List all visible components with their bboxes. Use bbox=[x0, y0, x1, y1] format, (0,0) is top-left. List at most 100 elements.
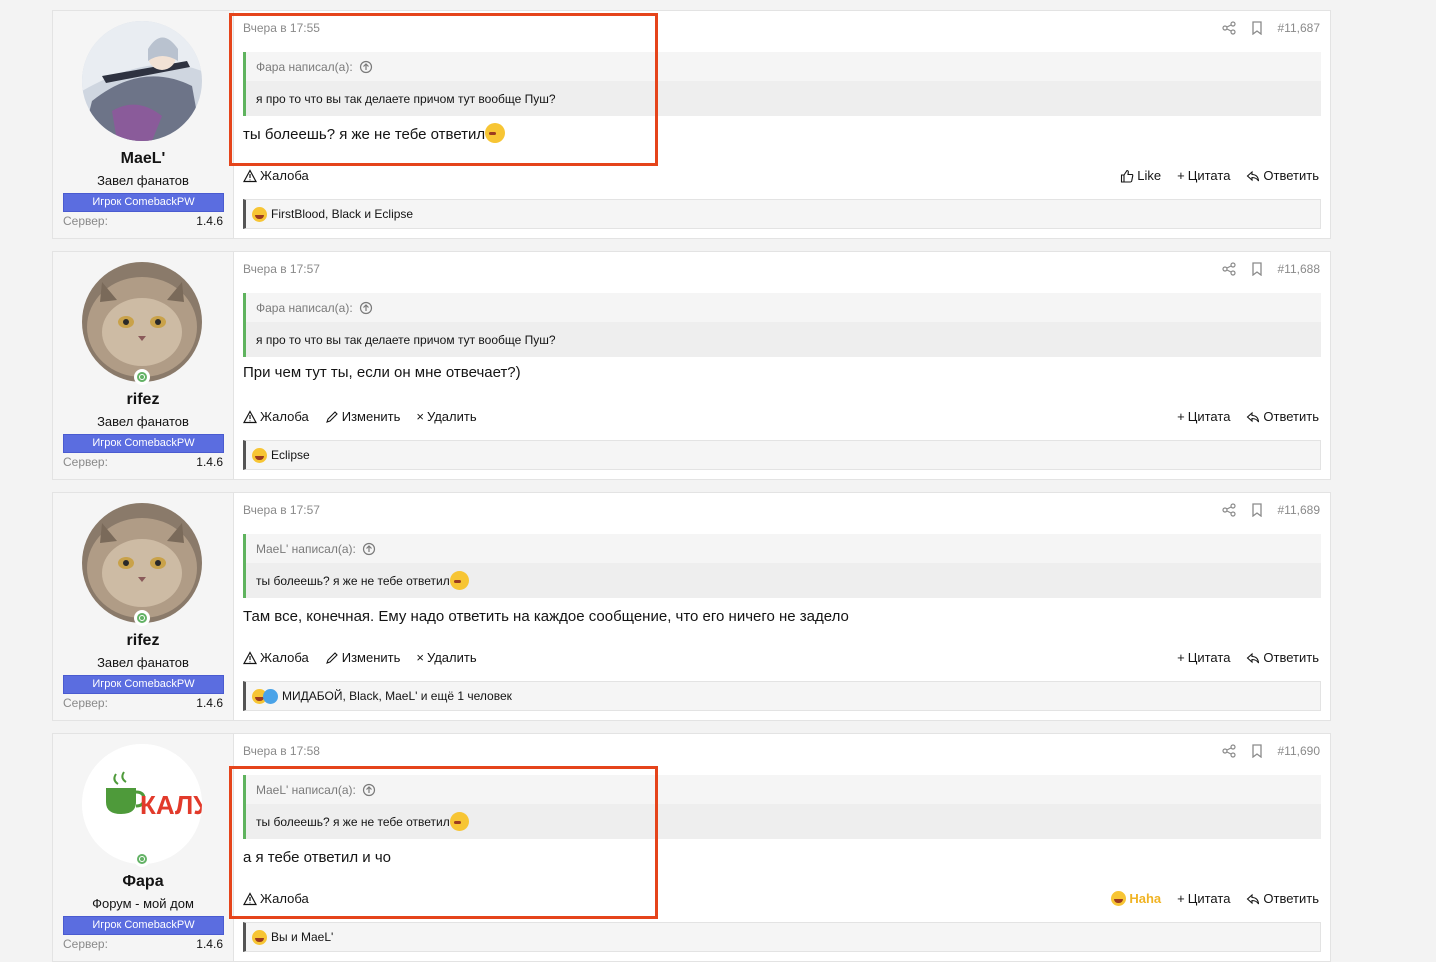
post-meta: #11,689 bbox=[1221, 503, 1321, 517]
reactions-list[interactable]: Вы и MaeL' bbox=[271, 930, 333, 944]
post-actions-left: Жалоба Изменить × Удалить bbox=[243, 650, 477, 665]
post-number[interactable]: #11,690 bbox=[1278, 744, 1321, 758]
quote-block: MaeL' написал(а): ты болеешь? я же не те… bbox=[243, 534, 1321, 598]
bookmark-icon[interactable] bbox=[1250, 744, 1264, 758]
warning-icon bbox=[243, 409, 257, 423]
reply-label: Ответить bbox=[1263, 891, 1319, 906]
reactions-bar[interactable]: МИДАБОЙ, Black, MaeL' и ещё 1 человек bbox=[243, 681, 1321, 711]
report-button[interactable]: Жалоба bbox=[243, 650, 309, 665]
server-value: 1.4.6 bbox=[196, 937, 223, 951]
highlight-box bbox=[229, 13, 658, 166]
server-value: 1.4.6 bbox=[196, 455, 223, 469]
report-label: Жалоба bbox=[260, 409, 309, 424]
avatar[interactable] bbox=[82, 262, 202, 382]
post-actions-right: Haha + Цитата Ответить bbox=[1111, 891, 1319, 906]
avatar[interactable] bbox=[82, 21, 202, 141]
report-button[interactable]: Жалоба bbox=[243, 409, 309, 424]
report-button[interactable]: Жалоба bbox=[243, 168, 309, 183]
arrow-up-circle-icon[interactable] bbox=[359, 301, 373, 315]
haha-label: Haha bbox=[1129, 891, 1162, 906]
quote-author[interactable]: Фара написал(а): bbox=[256, 301, 353, 315]
laugh-emoji-icon bbox=[252, 929, 267, 945]
bookmark-icon[interactable] bbox=[1250, 262, 1264, 276]
quote-text: я про то что вы так делаете причом тут в… bbox=[246, 322, 1321, 357]
warning-icon bbox=[243, 168, 257, 182]
quote-button[interactable]: + Цитата bbox=[1177, 168, 1230, 183]
delete-button[interactable]: × Удалить bbox=[416, 650, 476, 665]
post-actions-left: Жалоба Изменить × Удалить bbox=[243, 409, 477, 424]
like-button[interactable]: Like bbox=[1120, 168, 1161, 183]
laugh-emoji-icon bbox=[1111, 891, 1127, 906]
report-label: Жалоба bbox=[260, 168, 309, 183]
user-title: Завел фанатов bbox=[97, 655, 189, 670]
share-icon[interactable] bbox=[1221, 503, 1236, 517]
quote-header: MaeL' написал(а): bbox=[246, 534, 1321, 563]
reactions-list[interactable]: МИДАБОЙ, Black, MaeL' и ещё 1 человек bbox=[282, 689, 512, 703]
user-banner: Игрок ComebackPW bbox=[63, 193, 224, 212]
post-number[interactable]: #11,687 bbox=[1278, 21, 1321, 35]
bookmark-icon[interactable] bbox=[1250, 21, 1264, 35]
post-actions-right: Like + Цитата Ответить bbox=[1120, 168, 1319, 183]
edit-button[interactable]: Изменить bbox=[325, 650, 400, 665]
reply-icon bbox=[1247, 652, 1260, 663]
username[interactable]: rifez bbox=[53, 632, 233, 650]
arrow-up-circle-icon[interactable] bbox=[362, 542, 376, 556]
reactions-bar[interactable]: Eclipse bbox=[243, 440, 1321, 470]
user-title: Завел фанатов bbox=[97, 414, 189, 429]
reply-button[interactable]: Ответить bbox=[1246, 650, 1319, 665]
quote-button[interactable]: + Цитата bbox=[1177, 409, 1230, 424]
username[interactable]: Фара bbox=[53, 873, 233, 891]
quote-label: Цитата bbox=[1187, 168, 1231, 183]
post-date[interactable]: Вчера в 17:57 bbox=[243, 262, 320, 276]
username[interactable]: MaeL' bbox=[53, 150, 233, 168]
user-title: Форум - мой дом bbox=[92, 896, 194, 911]
reactions-list[interactable]: FirstBlood, Black и Eclipse bbox=[271, 207, 413, 221]
user-panel: rifez Завел фанатов Игрок ComebackPW Сер… bbox=[53, 493, 234, 720]
avatar[interactable]: КАЛУЧАЯ bbox=[82, 744, 202, 864]
close-icon: × bbox=[416, 650, 424, 665]
reactions-bar[interactable]: Вы и MaeL' bbox=[243, 922, 1321, 952]
edit-button[interactable]: Изменить bbox=[325, 409, 400, 424]
post-date[interactable]: Вчера в 17:58 bbox=[243, 744, 320, 758]
laugh-emoji-icon bbox=[252, 447, 267, 463]
post-number[interactable]: #11,689 bbox=[1278, 503, 1321, 517]
reply-button[interactable]: Ответить bbox=[1246, 409, 1319, 424]
warning-icon bbox=[243, 650, 257, 664]
bookmark-icon[interactable] bbox=[1250, 503, 1264, 517]
quote-label: Цитата bbox=[1187, 409, 1231, 424]
user-title: Завел фанатов bbox=[97, 173, 189, 188]
message-text: При чем тут ты, если он мне отвечает?) bbox=[243, 364, 521, 381]
reactions-list[interactable]: Eclipse bbox=[271, 448, 310, 462]
logo-text: КАЛУЧАЯ bbox=[140, 790, 202, 820]
post-number[interactable]: #11,688 bbox=[1278, 262, 1321, 276]
share-icon[interactable] bbox=[1221, 744, 1236, 758]
share-icon[interactable] bbox=[1221, 262, 1236, 276]
quote-body: ты болеешь? я же не тебе ответил bbox=[246, 563, 1321, 598]
quote-author[interactable]: MaeL' написал(а): bbox=[256, 542, 356, 556]
post-message: Там все, конечная. Ему надо ответить на … bbox=[243, 608, 849, 625]
user-panel: КАЛУЧАЯ Фара Форум - мой дом Игрок Comeb… bbox=[53, 734, 234, 961]
username[interactable]: rifez bbox=[53, 391, 233, 409]
post-actions-right: + Цитата Ответить bbox=[1177, 650, 1319, 665]
quote-text: ты болеешь? я же не тебе ответил bbox=[256, 573, 450, 588]
reply-button[interactable]: Ответить bbox=[1246, 168, 1319, 183]
laugh-emoji-icon bbox=[252, 206, 267, 222]
plus-icon: + bbox=[1177, 409, 1185, 424]
delete-button[interactable]: × Удалить bbox=[416, 409, 476, 424]
highlight-box bbox=[229, 766, 658, 919]
post-meta: #11,687 bbox=[1221, 21, 1321, 35]
quote-button[interactable]: + Цитата bbox=[1177, 891, 1230, 906]
server-label: Сервер: bbox=[63, 214, 108, 228]
report-label: Жалоба bbox=[260, 650, 309, 665]
share-icon[interactable] bbox=[1221, 21, 1236, 35]
haha-reaction-button[interactable]: Haha bbox=[1111, 891, 1161, 906]
post-date[interactable]: Вчера в 17:57 bbox=[243, 503, 320, 517]
avatar[interactable] bbox=[82, 503, 202, 623]
reactions-bar[interactable]: FirstBlood, Black и Eclipse bbox=[243, 199, 1321, 229]
pencil-icon bbox=[325, 651, 338, 664]
reply-button[interactable]: Ответить bbox=[1246, 891, 1319, 906]
quote-header: Фара написал(а): bbox=[246, 293, 1321, 322]
online-indicator-icon bbox=[134, 851, 150, 867]
quote-button[interactable]: + Цитата bbox=[1177, 650, 1230, 665]
sleepy-emoji-icon bbox=[449, 571, 469, 590]
